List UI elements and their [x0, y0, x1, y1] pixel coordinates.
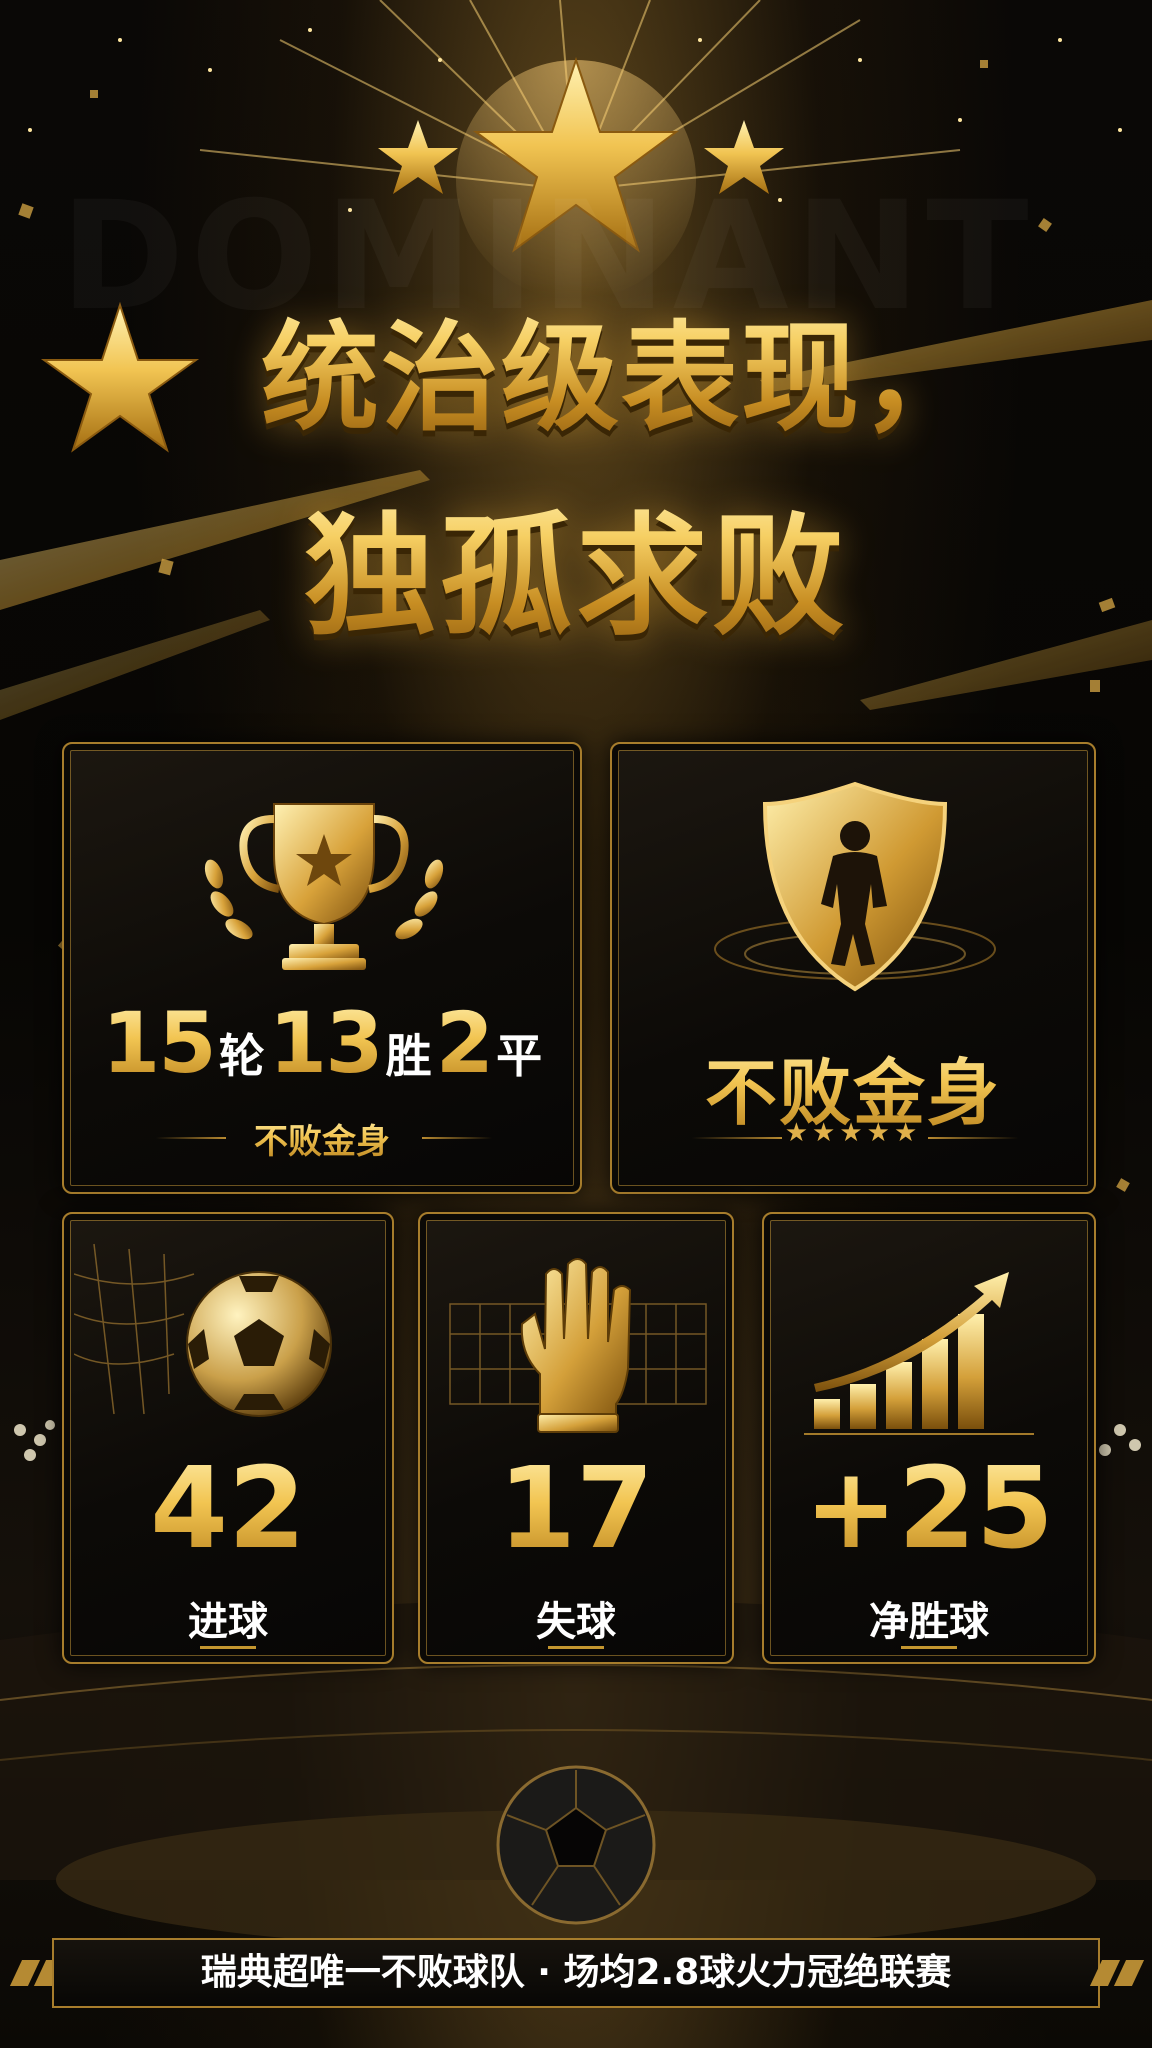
draws-number: 2 — [435, 994, 494, 1092]
growth-bars-icon — [804, 1272, 1034, 1435]
record-card: 15轮13胜2平 不败金身 — [62, 742, 582, 1194]
soccer-ball-bottom-icon — [496, 1765, 656, 1925]
title-line-1: 统治级表现， — [0, 282, 1152, 453]
goals-against-value: 17 — [420, 1444, 732, 1574]
label-underline — [548, 1646, 604, 1649]
rounds-number: 15 — [101, 994, 217, 1092]
record-line: 15轮13胜2平 — [64, 994, 584, 1092]
goals-for-card: 42 进球 — [62, 1212, 394, 1664]
rounds-unit: 轮 — [218, 1029, 265, 1083]
soccer-ball-net-icon — [74, 1243, 332, 1417]
title-line-2: 独孤求败 — [0, 470, 1152, 661]
wins-number: 13 — [268, 994, 384, 1092]
wins-unit: 胜 — [385, 1029, 432, 1083]
goals-for-value: 42 — [64, 1444, 392, 1574]
goals-against-card: 17 失球 — [418, 1212, 734, 1664]
goal-difference-label: 净胜球 — [869, 1599, 989, 1645]
unbeaten-card: 不败金身 ★★★★★ — [610, 742, 1096, 1194]
draws-unit: 平 — [496, 1029, 543, 1083]
record-subtitle: 不败金身 — [64, 1114, 580, 1163]
goal-difference-value: +25 — [764, 1444, 1094, 1574]
trophy-icon — [204, 803, 444, 970]
shield-player-icon — [714, 781, 996, 992]
poster: DOMINANT 统治级表现， 独孤求败 — [0, 0, 1152, 2048]
goalkeeper-glove-icon — [449, 1258, 707, 1433]
goals-against-label: 失球 — [536, 1599, 616, 1645]
goal-difference-card: +25 净胜球 — [762, 1212, 1096, 1664]
goals-for-label: 进球 — [188, 1599, 268, 1645]
label-underline — [200, 1646, 256, 1649]
bottom-banner: 瑞典超唯一不败球队 · 场均2.8球火力冠绝联赛 — [52, 1938, 1100, 2008]
label-underline — [901, 1646, 957, 1649]
rating-stars: ★★★★★ — [784, 1118, 922, 1148]
